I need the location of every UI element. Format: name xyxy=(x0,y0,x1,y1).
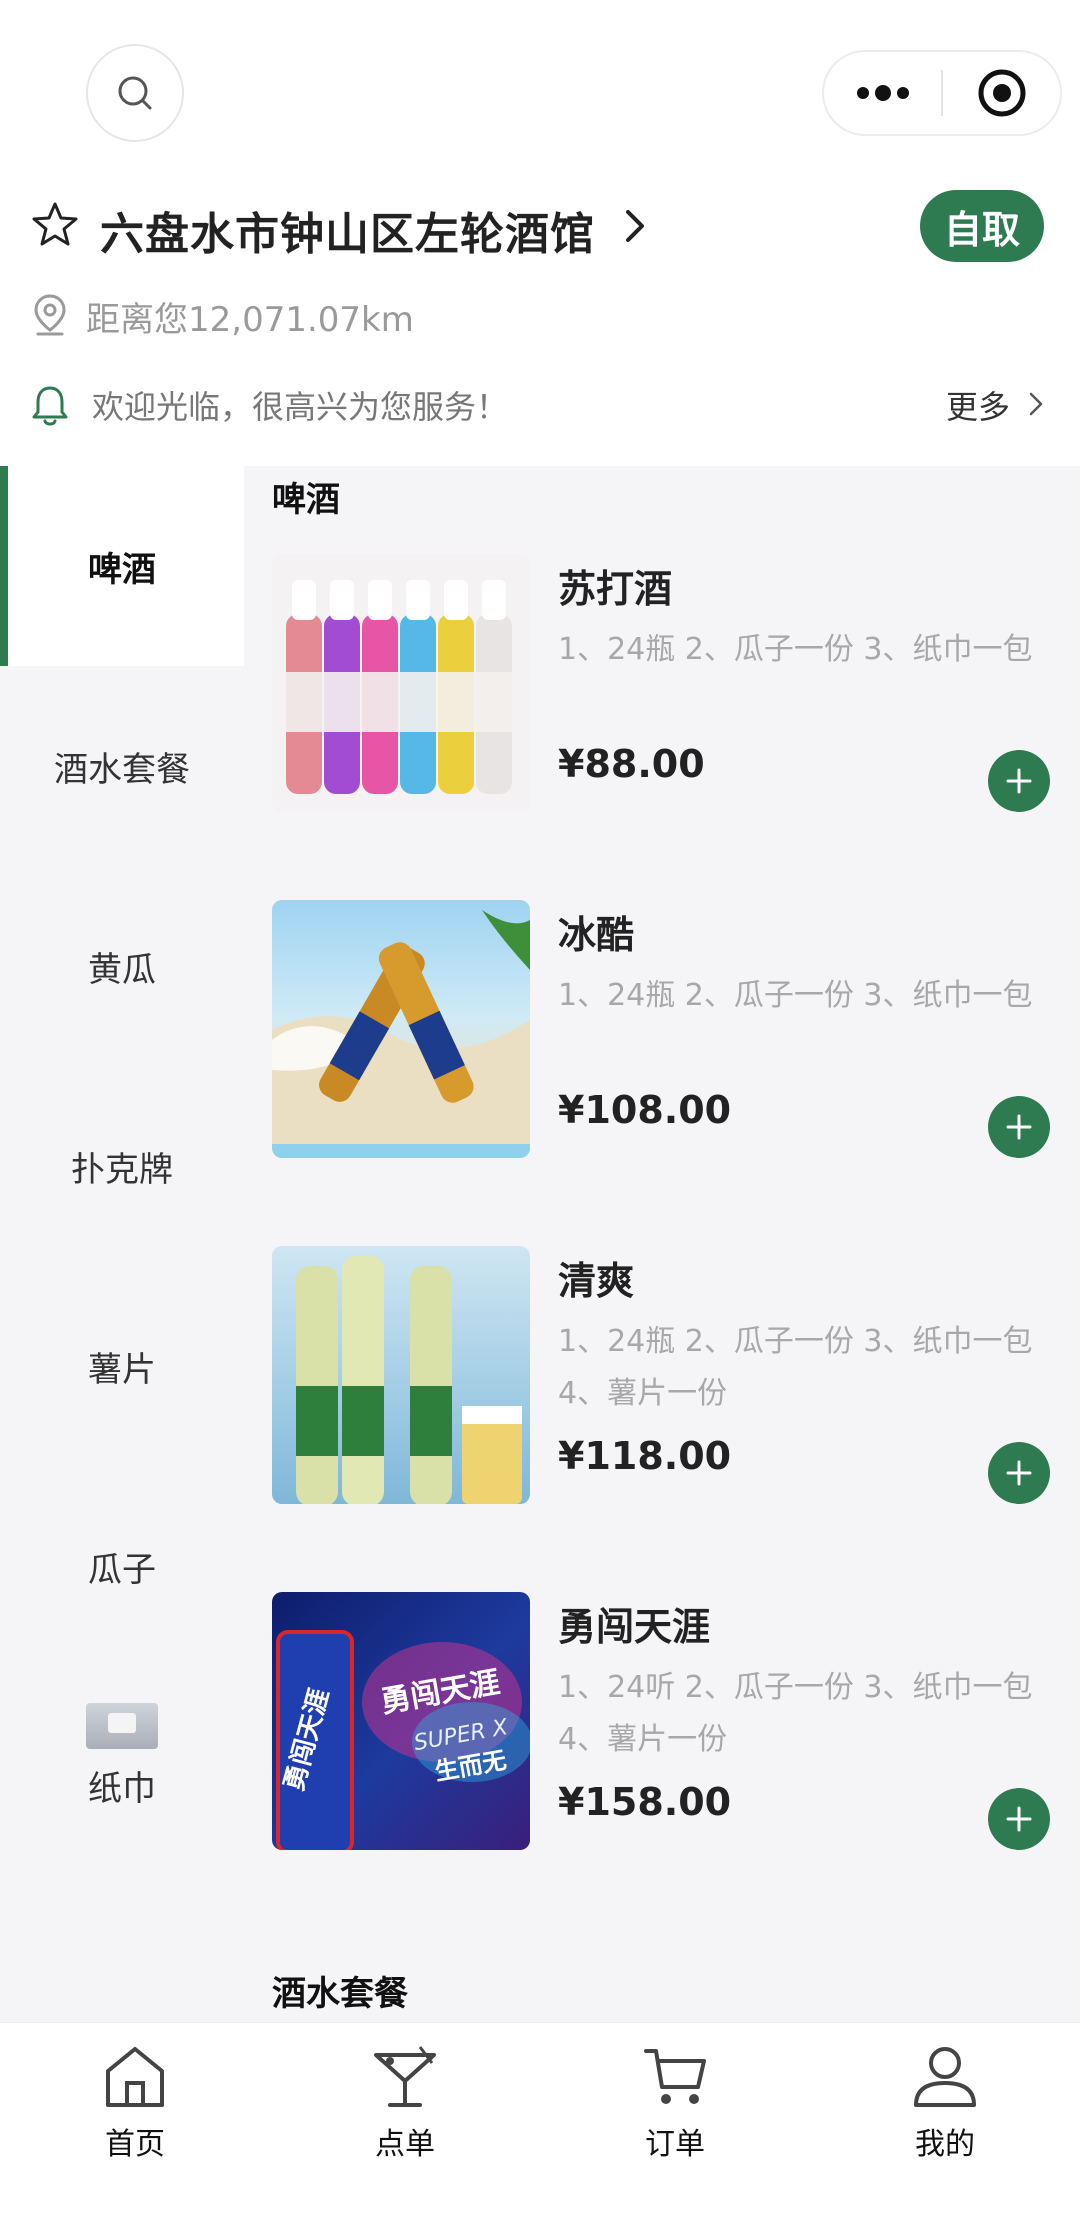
target-icon xyxy=(978,69,1025,117)
more-dots-icon xyxy=(856,85,909,101)
store-header: 六盘水市钟山区左轮酒馆 自取 xyxy=(0,180,1080,280)
close-mini-program-button[interactable] xyxy=(943,52,1060,134)
sidebar-item-label: 薯片 xyxy=(88,1349,156,1390)
pickup-button[interactable]: 自取 xyxy=(920,190,1044,262)
plus-icon xyxy=(1006,1806,1032,1832)
chevron-right-icon[interactable] xyxy=(1028,390,1044,418)
product-card[interactable]: 苏打酒 1、24瓶 2、瓜子一份 3、纸巾一包 ¥88.00 xyxy=(272,554,1062,814)
product-list: 啤酒 苏打酒 1、24瓶 2、瓜子一份 3、纸巾一包 ¥88.00 冰酷 1、2… xyxy=(244,466,1080,2022)
product-desc: 1、24听 2、瓜子一份 3、纸巾一包 4、薯片一份 xyxy=(558,1670,1033,1757)
chevron-right-icon[interactable] xyxy=(622,206,648,246)
search-button[interactable] xyxy=(86,44,184,142)
more-menu-button[interactable] xyxy=(824,52,941,134)
add-to-cart-button[interactable] xyxy=(988,750,1050,812)
tab-home[interactable]: 首页 xyxy=(0,2041,270,2181)
notice-bar: 欢迎光临，很高兴为您服务！ 更多 xyxy=(0,376,1080,436)
tab-label: 我的 xyxy=(915,2127,975,2162)
top-bar xyxy=(0,0,1080,180)
tab-profile[interactable]: 我的 xyxy=(810,2041,1080,2181)
distance-row: 距离您12,071.07km xyxy=(0,288,1080,344)
cart-icon xyxy=(644,2049,706,2104)
fresh-bottles-image xyxy=(296,1256,522,1504)
sidebar-item-chips[interactable]: 薯片 xyxy=(0,1266,244,1466)
sidebar-item-seeds[interactable]: 瓜子 xyxy=(0,1466,244,1666)
favorite-star-icon[interactable] xyxy=(30,200,80,250)
tissue-thumbnail xyxy=(86,1702,158,1749)
product-image xyxy=(272,900,530,1158)
product-desc: 1、24瓶 2、瓜子一份 3、纸巾一包 4、薯片一份 xyxy=(558,1324,1033,1411)
product-image xyxy=(272,554,530,812)
tab-label: 首页 xyxy=(105,2127,165,2162)
add-to-cart-button[interactable] xyxy=(988,1788,1050,1850)
location-pin-icon xyxy=(34,294,66,336)
sidebar-item-tissue[interactable]: 纸巾 xyxy=(0,1656,244,1856)
section-title: 酒水套餐 xyxy=(272,1974,408,2014)
sidebar-item-label: 瓜子 xyxy=(88,1549,156,1590)
more-link[interactable]: 更多 xyxy=(946,382,1010,428)
home-icon xyxy=(106,2047,164,2107)
add-to-cart-button[interactable] xyxy=(988,1096,1050,1158)
menu-content: 啤酒 酒水套餐 黄瓜 扑克牌 薯片 瓜子 纸巾 啤酒 苏打酒 1、24瓶 2、瓜… xyxy=(0,466,1080,2022)
bell-icon xyxy=(32,386,68,426)
product-image: 勇闯天涯 勇闯天涯 SUPER X 生而无 xyxy=(272,1592,530,1850)
add-to-cart-button[interactable] xyxy=(988,1442,1050,1504)
mini-program-capsule xyxy=(822,50,1062,136)
sidebar-item-label: 纸巾 xyxy=(88,1768,156,1809)
cocktail-icon xyxy=(374,2046,436,2107)
tab-label: 订单 xyxy=(645,2127,705,2162)
sidebar-item-cucumber[interactable]: 黄瓜 xyxy=(0,866,244,1066)
sidebar-item-drink-package[interactable]: 酒水套餐 xyxy=(0,666,244,866)
product-card[interactable]: 冰酷 1、24瓶 2、瓜子一份 3、纸巾一包 ¥108.00 xyxy=(272,900,1062,1160)
bottom-tab-bar: 首页 点单 订单 我的 xyxy=(0,2022,1080,2239)
tab-label: 点单 xyxy=(375,2127,435,2162)
product-price: ¥108.00 xyxy=(558,1088,732,1132)
product-name: 清爽 xyxy=(558,1259,635,1303)
plus-icon xyxy=(1006,768,1032,794)
product-desc: 1、24瓶 2、瓜子一份 3、纸巾一包 xyxy=(558,632,1033,667)
tab-order[interactable]: 点单 xyxy=(270,2041,540,2181)
store-name[interactable]: 六盘水市钟山区左轮酒馆 xyxy=(100,198,595,262)
product-name: 苏打酒 xyxy=(558,567,673,611)
yongchuang-can-image: 勇闯天涯 勇闯天涯 SUPER X 生而无 xyxy=(276,1630,530,1850)
category-sidebar: 啤酒 酒水套餐 黄瓜 扑克牌 薯片 瓜子 纸巾 xyxy=(0,466,244,2022)
sidebar-item-beer[interactable]: 啤酒 xyxy=(0,466,244,666)
plus-icon xyxy=(1006,1114,1032,1140)
notice-text: 欢迎光临，很高兴为您服务！ xyxy=(92,388,509,426)
product-card[interactable]: 勇闯天涯 勇闯天涯 SUPER X 生而无 勇闯天涯 1、24听 2、瓜子一份 … xyxy=(272,1592,1062,1852)
product-price: ¥118.00 xyxy=(558,1434,732,1478)
section-title: 啤酒 xyxy=(272,480,340,520)
product-name: 勇闯天涯 xyxy=(558,1605,711,1649)
product-name: 冰酷 xyxy=(558,913,635,957)
sidebar-item-label: 啤酒 xyxy=(88,549,156,590)
beach-bottles-image xyxy=(272,910,530,1158)
distance-text: 距离您12,071.07km xyxy=(86,300,414,340)
product-image xyxy=(272,1246,530,1504)
plus-icon xyxy=(1006,1460,1032,1486)
soda-bottles-image xyxy=(286,580,512,794)
product-card[interactable]: 清爽 1、24瓶 2、瓜子一份 3、纸巾一包 4、薯片一份 ¥118.00 xyxy=(272,1246,1062,1506)
sidebar-item-label: 扑克牌 xyxy=(71,1149,173,1190)
user-icon xyxy=(914,2047,976,2107)
product-price: ¥158.00 xyxy=(558,1780,732,1824)
product-price: ¥88.00 xyxy=(558,742,705,786)
tab-orders[interactable]: 订单 xyxy=(540,2041,810,2181)
product-desc: 1、24瓶 2、瓜子一份 3、纸巾一包 xyxy=(558,978,1033,1013)
sidebar-item-label: 酒水套餐 xyxy=(54,749,190,790)
sidebar-item-label: 黄瓜 xyxy=(88,949,156,990)
sidebar-item-poker[interactable]: 扑克牌 xyxy=(0,1066,244,1266)
search-icon xyxy=(118,76,152,110)
